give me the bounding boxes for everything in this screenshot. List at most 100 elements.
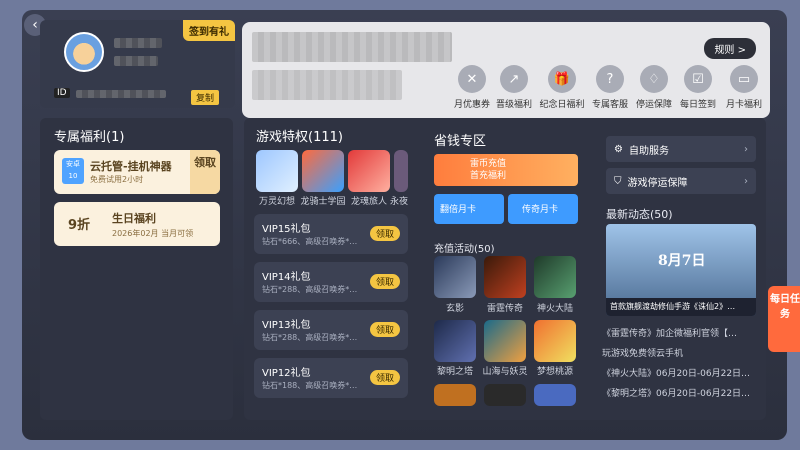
game-name: 黎明之塔: [436, 367, 473, 377]
chevron-right-icon: ›: [744, 175, 748, 187]
claim-button[interactable]: 领取: [369, 370, 400, 385]
news-item[interactable]: 《黎明之塔》06月20日-06月22日…: [602, 386, 752, 399]
vip-desc: 钻石*288、高级召唤券*…: [262, 333, 358, 342]
benefit-label: 专属客服: [591, 100, 628, 110]
vip-pack: VIP13礼包 钻石*288、高级召唤券*… 领取: [254, 310, 408, 350]
benefit-label: 纪念日福利: [539, 100, 585, 110]
game-name: 雷霆传奇: [486, 304, 523, 314]
chevron-right-icon: ›: [744, 143, 748, 155]
game-thumb[interactable]: [256, 150, 298, 192]
vip-desc: 钻石*288、高级召唤券*…: [262, 285, 358, 294]
double-monthly-card[interactable]: 翻倍月卡: [434, 194, 504, 224]
game-name: 神火大陆: [536, 304, 573, 314]
question-icon: ?: [596, 65, 624, 93]
news-overlay-text: 8月7日: [658, 253, 706, 269]
gear-icon: ⚙: [614, 143, 623, 155]
game-name: 永夜: [389, 197, 408, 207]
game-name: 梦想桃源: [536, 367, 573, 377]
daily-task-button[interactable]: 每日任务: [768, 286, 800, 352]
save-zone-title: 省钱专区: [434, 134, 487, 149]
game-thumb[interactable]: [534, 320, 576, 362]
stop-guarantee-item[interactable]: ⛉ 游戏停运保障 ›: [606, 168, 756, 194]
username-blurred: [114, 38, 162, 48]
coupon-sub: 免费试用2小时: [90, 175, 144, 184]
ticket-icon: ✕: [458, 65, 486, 93]
benefit-item[interactable]: ✕ 月优惠券: [448, 65, 496, 110]
upgrade-icon: ↗: [500, 65, 528, 93]
vip-pack: VIP12礼包钻石*188、高级召唤券*… 领取: [254, 358, 408, 398]
claim-button[interactable]: 领取: [190, 150, 220, 194]
news-title: 最新动态(50): [606, 208, 673, 221]
vip-desc: 钻石*666、高级召唤券*…: [262, 237, 358, 246]
cloud-hosting-coupon[interactable]: 安卓 10 云托管-挂机神器 免费试用2小时 领取: [54, 150, 220, 194]
benefit-item[interactable]: 🎁 纪念日福利: [538, 65, 586, 110]
level-blurred: [114, 56, 158, 66]
benefit-label: 每日签到: [679, 100, 716, 110]
profile-card: 签到有礼 ID 复制: [40, 20, 235, 108]
game-thumb[interactable]: [394, 150, 408, 192]
calendar-icon: ☑: [684, 65, 712, 93]
shield-icon: ⛉: [614, 175, 622, 187]
card-icon: ▭: [730, 65, 758, 93]
game-name: 玄影: [445, 304, 464, 314]
benefit-label: 晋级福利: [495, 100, 532, 110]
game-thumb[interactable]: [348, 150, 390, 192]
game-privilege-panel: 游戏特权(111) 万灵幻想 龙骑士学园 龙魂旅人 永夜 VIP15礼包 钻石*6…: [244, 118, 766, 420]
benefit-item[interactable]: ☑ 每日签到: [674, 65, 722, 110]
claim-button[interactable]: 领取: [369, 322, 400, 337]
banner-sub-blurred: [252, 70, 402, 100]
benefit-item[interactable]: ↗ 晋级福利: [490, 65, 538, 110]
rules-button[interactable]: 规则 >: [704, 38, 756, 59]
birthday-coupon[interactable]: 9折 生日福利 2026年02月 当月可领: [54, 202, 220, 246]
benefit-label: 停运保障: [635, 100, 672, 110]
vip-banner: 规则 > ✕ 月优惠券 ↗ 晋级福利 🎁 纪念日福利 ? 专属客服 ♢ 停运保障 ☑ 每日签…: [242, 22, 770, 118]
vip-title: VIP15礼包: [262, 224, 311, 235]
news-caption: 首款旗舰渡劫修仙手游《诛仙2》…: [606, 298, 756, 316]
legend-monthly-card[interactable]: 传奇月卡: [508, 194, 578, 224]
gift-icon: 🎁: [548, 65, 576, 93]
game-name: 山海与妖灵: [482, 367, 528, 377]
game-thumb[interactable]: [434, 384, 476, 406]
game-privilege-title: 游戏特权(111): [256, 130, 343, 145]
signin-gift-button[interactable]: 签到有礼: [183, 20, 235, 41]
claim-button[interactable]: 领取: [369, 226, 400, 241]
chevron-left-icon: ‹: [32, 17, 38, 33]
coupon-sub: 2026年02月 当月可领: [112, 229, 194, 238]
banner-title-blurred: [252, 32, 452, 62]
copy-id-button[interactable]: 复制: [190, 90, 219, 105]
vip-pack: VIP15礼包钻石*666、高级召唤券*… 领取: [254, 214, 408, 254]
news-image[interactable]: 8月7日 首款旗舰渡劫修仙手游《诛仙2》…: [606, 224, 756, 316]
exclusive-panel: 专属福利(1) 安卓 10 云托管-挂机神器 免费试用2小时 领取 9折 生日福利…: [40, 118, 233, 420]
vip-desc: 钻石*188、高级召唤券*…: [262, 381, 358, 390]
id-label: ID: [54, 88, 70, 98]
game-thumb[interactable]: [484, 256, 526, 298]
vip-title: VIP14礼包: [262, 272, 311, 283]
avatar[interactable]: [64, 32, 104, 72]
game-thumb[interactable]: [534, 256, 576, 298]
game-name: 龙骑士学园: [300, 197, 346, 207]
game-thumb[interactable]: [484, 320, 526, 362]
id-value-blurred: [76, 90, 166, 98]
coupon-title: 云托管-挂机神器: [90, 160, 172, 173]
benefit-item[interactable]: ? 专属客服: [586, 65, 634, 110]
game-thumb[interactable]: [302, 150, 344, 192]
benefit-item[interactable]: ▭ 月卡福利: [720, 65, 768, 110]
vip-title: VIP12礼包: [262, 368, 311, 379]
game-name: 万灵幻想: [258, 197, 295, 207]
benefit-label: 月卡福利: [725, 100, 762, 110]
shield-icon: ♢: [640, 65, 668, 93]
game-thumb[interactable]: [434, 320, 476, 362]
claim-button[interactable]: 领取: [369, 274, 400, 289]
news-item[interactable]: 《雷霆传奇》加企微福利官领【…: [602, 326, 752, 339]
news-item[interactable]: 《神火大陆》06月20日-06月22日…: [602, 366, 752, 379]
self-service-item[interactable]: ⚙ 自助服务 ›: [606, 136, 756, 162]
game-thumb[interactable]: [434, 256, 476, 298]
game-thumb[interactable]: [484, 384, 526, 406]
news-item[interactable]: 玩游戏免费领云手机: [602, 346, 752, 359]
game-thumb[interactable]: [534, 384, 576, 406]
benefit-item[interactable]: ♢ 停运保障: [630, 65, 678, 110]
recharge-banner[interactable]: 雷币充值 首充福利: [434, 154, 578, 186]
coupon-title: 生日福利: [112, 212, 156, 225]
vip-pack: VIP14礼包钻石*288、高级召唤券*… 领取: [254, 262, 408, 302]
benefit-label: 月优惠券: [453, 100, 490, 110]
